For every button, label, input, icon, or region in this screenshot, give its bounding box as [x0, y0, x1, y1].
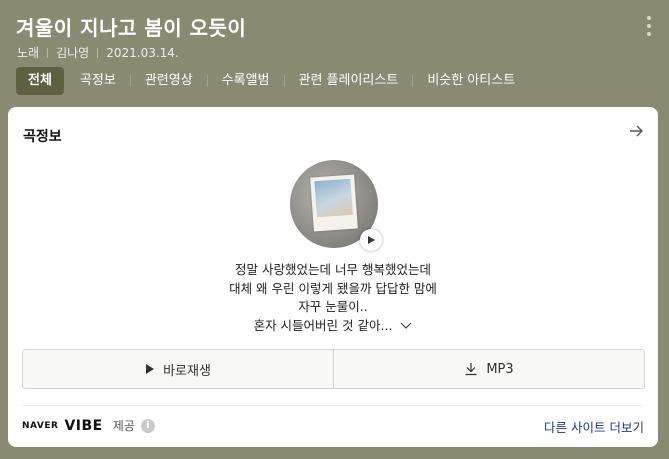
- card-title: 곡정보: [23, 129, 62, 145]
- meta-type: 노래: [17, 46, 40, 60]
- chevron-down-icon[interactable]: [400, 322, 412, 330]
- lyric-line: 자꾸 눈물이..: [298, 299, 368, 314]
- song-info-card: 곡정보 정말 사랑했었는데 너무 행복했었는데 대체 왜 우린 이렇게 됐을까 …: [8, 107, 658, 447]
- lyric-line: 대체 왜 우린 이렇게 됐을까 답답한 맘에: [229, 280, 437, 296]
- tab-all[interactable]: 전체: [16, 67, 64, 95]
- more-vertical-icon[interactable]: [647, 16, 651, 36]
- meta-date: 2021.03.14.: [106, 45, 179, 60]
- provider-credit: NAVER VIBE 제공 i: [22, 417, 155, 434]
- action-buttons: 바로재생 MP3: [22, 349, 645, 389]
- tab-playlists[interactable]: 관련 플레이리스트: [285, 67, 413, 95]
- download-icon: [465, 363, 477, 376]
- play-icon[interactable]: [360, 229, 382, 251]
- naver-logo: NAVER: [22, 420, 59, 431]
- song-meta: 노래 김나영 2021.03.14.: [17, 44, 179, 61]
- lyric-line-last: 혼자 시들어버린 것 같아...: [8, 317, 658, 336]
- tab-bar: 전체 곡정보 관련영상 수록앨범 관련 플레이리스트 비슷한 아티스트: [16, 67, 529, 95]
- song-header: 겨울이 지나고 봄이 오듯이 노래 김나영 2021.03.14. 전체 곡정보…: [0, 0, 669, 105]
- lyric-line: 혼자 시들어버린 것 같아...: [253, 317, 393, 333]
- tab-similar-artists[interactable]: 비슷한 아티스트: [413, 67, 529, 95]
- song-title: 겨울이 지나고 봄이 오듯이: [16, 16, 247, 40]
- meta-artist[interactable]: 김나영: [56, 44, 89, 61]
- arrow-right-icon[interactable]: [628, 123, 644, 139]
- lyric-line: 정말 사랑했었는데 너무 행복했었는데: [235, 262, 431, 277]
- lyrics-preview: 정말 사랑했었는데 너무 행복했었는데 대체 왜 우린 이렇게 됐을까 답답한 …: [8, 261, 658, 335]
- tab-song-info[interactable]: 곡정보: [66, 67, 130, 95]
- info-icon[interactable]: i: [140, 418, 155, 433]
- mp3-download-button[interactable]: MP3: [333, 350, 644, 388]
- vibe-logo: VIBE: [64, 417, 103, 434]
- play-now-button[interactable]: 바로재생: [23, 350, 333, 388]
- play-icon: [146, 364, 155, 374]
- tab-albums[interactable]: 수록앨범: [208, 67, 284, 95]
- more-sites-link[interactable]: 다른 사이트 더보기: [544, 417, 644, 436]
- provider-suffix: 제공: [112, 419, 135, 433]
- tab-related-videos[interactable]: 관련영상: [131, 67, 207, 95]
